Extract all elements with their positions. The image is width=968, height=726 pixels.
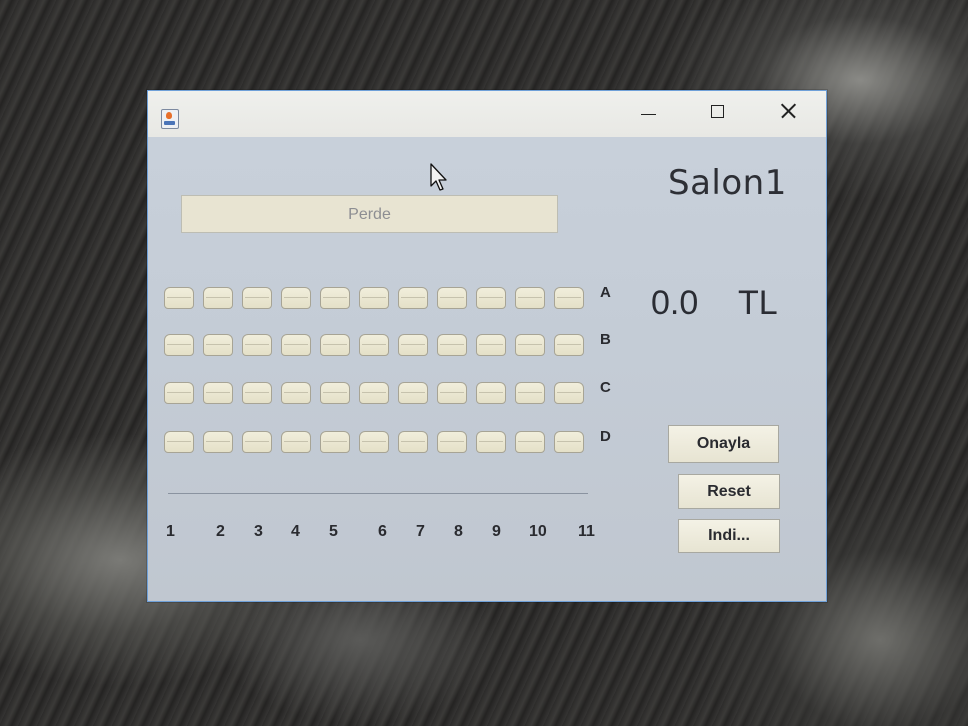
seat-b-3[interactable] bbox=[242, 334, 272, 356]
seat-a-5[interactable] bbox=[320, 287, 350, 309]
seat-d-3[interactable] bbox=[242, 431, 272, 453]
seat-d-5[interactable] bbox=[320, 431, 350, 453]
seat-a-2[interactable] bbox=[203, 287, 233, 309]
seat-a-4[interactable] bbox=[281, 287, 311, 309]
maximize-button[interactable] bbox=[692, 95, 744, 127]
confirm-button[interactable]: Onayla bbox=[668, 425, 779, 463]
row-label-a: A bbox=[600, 284, 611, 301]
seat-b-9[interactable] bbox=[476, 334, 506, 356]
seat-d-4[interactable] bbox=[281, 431, 311, 453]
screen-label: Perde bbox=[181, 195, 558, 233]
row-label-c: C bbox=[600, 379, 611, 396]
seat-d-7[interactable] bbox=[398, 431, 428, 453]
seat-b-4[interactable] bbox=[281, 334, 311, 356]
seat-d-1[interactable] bbox=[164, 431, 194, 453]
seat-b-1[interactable] bbox=[164, 334, 194, 356]
column-number-11: 11 bbox=[578, 523, 595, 540]
java-coffee-cup-icon bbox=[161, 109, 179, 129]
row-label-d: D bbox=[600, 428, 611, 445]
seat-d-8[interactable] bbox=[437, 431, 467, 453]
seat-a-11[interactable] bbox=[554, 287, 584, 309]
seat-c-11[interactable] bbox=[554, 382, 584, 404]
seat-divider bbox=[168, 493, 588, 494]
seat-b-7[interactable] bbox=[398, 334, 428, 356]
seat-a-8[interactable] bbox=[437, 287, 467, 309]
column-number-9: 9 bbox=[492, 523, 501, 540]
salon-title: Salon1 bbox=[668, 163, 787, 203]
seat-c-9[interactable] bbox=[476, 382, 506, 404]
column-number-7: 7 bbox=[416, 523, 425, 540]
seat-d-6[interactable] bbox=[359, 431, 389, 453]
minimize-button[interactable] bbox=[622, 95, 674, 127]
seat-b-11[interactable] bbox=[554, 334, 584, 356]
currency-label: TL bbox=[738, 284, 778, 322]
seat-b-2[interactable] bbox=[203, 334, 233, 356]
column-number-6: 6 bbox=[378, 523, 387, 540]
seat-c-10[interactable] bbox=[515, 382, 545, 404]
seat-b-10[interactable] bbox=[515, 334, 545, 356]
seat-d-9[interactable] bbox=[476, 431, 506, 453]
seat-a-3[interactable] bbox=[242, 287, 272, 309]
seat-b-8[interactable] bbox=[437, 334, 467, 356]
seat-c-3[interactable] bbox=[242, 382, 272, 404]
column-number-4: 4 bbox=[291, 523, 300, 540]
seat-c-7[interactable] bbox=[398, 382, 428, 404]
seat-c-1[interactable] bbox=[164, 382, 194, 404]
seat-b-6[interactable] bbox=[359, 334, 389, 356]
total-price: 0.0 bbox=[651, 284, 699, 322]
column-number-1: 1 bbox=[166, 523, 175, 540]
column-number-8: 8 bbox=[454, 523, 463, 540]
reset-button[interactable]: Reset bbox=[678, 474, 780, 509]
column-number-5: 5 bbox=[329, 523, 338, 540]
seat-c-4[interactable] bbox=[281, 382, 311, 404]
column-number-3: 3 bbox=[254, 523, 263, 540]
seat-d-2[interactable] bbox=[203, 431, 233, 453]
seat-c-2[interactable] bbox=[203, 382, 233, 404]
seat-c-8[interactable] bbox=[437, 382, 467, 404]
title-bar bbox=[148, 91, 826, 137]
seat-c-6[interactable] bbox=[359, 382, 389, 404]
download-button[interactable]: Indi... bbox=[678, 519, 780, 553]
mouse-cursor-icon bbox=[430, 163, 447, 191]
column-number-10: 10 bbox=[529, 523, 547, 540]
seat-a-1[interactable] bbox=[164, 287, 194, 309]
seat-d-10[interactable] bbox=[515, 431, 545, 453]
cinema-window: Salon1 Perde 0.0 TL A B C D 1 2 3 4 5 6 7 8 9 10 11 O… bbox=[147, 90, 827, 602]
seat-b-5[interactable] bbox=[320, 334, 350, 356]
close-button[interactable] bbox=[762, 95, 814, 127]
seat-d-11[interactable] bbox=[554, 431, 584, 453]
row-label-b: B bbox=[600, 331, 611, 348]
seat-a-9[interactable] bbox=[476, 287, 506, 309]
seat-a-6[interactable] bbox=[359, 287, 389, 309]
column-number-2: 2 bbox=[216, 523, 225, 540]
seat-a-10[interactable] bbox=[515, 287, 545, 309]
seat-a-7[interactable] bbox=[398, 287, 428, 309]
seat-c-5[interactable] bbox=[320, 382, 350, 404]
